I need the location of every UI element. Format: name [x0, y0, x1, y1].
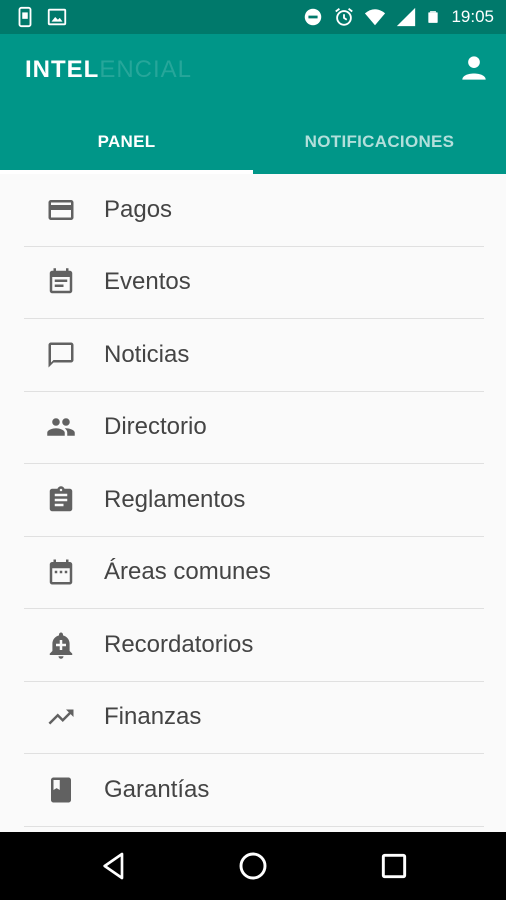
dashboard-menu: Pagos Eventos Noticias Directorio Reglam… — [24, 174, 484, 827]
menu-item-pagos[interactable]: Pagos — [24, 174, 484, 247]
menu-item-eventos[interactable]: Eventos — [24, 247, 484, 319]
logo-part-2: ENCIAL — [99, 56, 193, 83]
logo-part-1: INTEL — [25, 56, 100, 83]
back-icon[interactable] — [98, 850, 130, 882]
image-icon — [47, 8, 67, 26]
menu-item-label: Eventos — [104, 268, 191, 296]
person-icon[interactable] — [460, 54, 488, 82]
menu-item-finanzas[interactable]: Finanzas — [24, 682, 484, 754]
menu-item-label: Recordatorios — [104, 630, 254, 658]
calendar-icon — [49, 559, 73, 585]
tab-notificaciones[interactable]: NOTIFICACIONES — [253, 110, 506, 174]
tab-panel[interactable]: PANEL — [0, 110, 253, 174]
do-not-disturb-icon — [305, 8, 322, 26]
phone-screen-icon — [18, 6, 32, 28]
system-nav-bar — [0, 832, 506, 900]
menu-item-garantias[interactable]: Garantías — [24, 754, 484, 827]
chat-bubble-icon — [48, 342, 74, 368]
menu-item-label: Reglamentos — [104, 485, 246, 513]
event-note-icon — [49, 268, 73, 294]
battery-icon — [428, 11, 439, 23]
home-icon[interactable] — [237, 850, 269, 882]
book-icon — [51, 777, 71, 803]
trending-up-icon — [48, 709, 74, 725]
bell-plus-icon — [49, 632, 73, 659]
menu-item-areas-comunes[interactable]: Áreas comunes — [24, 537, 484, 609]
menu-item-label: Garantías — [104, 775, 210, 803]
menu-item-label: Áreas comunes — [104, 558, 271, 586]
alarm-icon — [335, 8, 354, 26]
people-icon — [47, 418, 75, 436]
clipboard-icon — [49, 486, 73, 511]
menu-item-label: Pagos — [104, 195, 173, 223]
menu-item-directorio[interactable]: Directorio — [24, 392, 484, 464]
tab-notificaciones-label: NOTIFICACIONES — [304, 132, 455, 151]
menu-item-label: Noticias — [104, 340, 190, 368]
wifi-icon — [365, 9, 386, 26]
menu-item-noticias[interactable]: Noticias — [24, 319, 484, 392]
menu-item-reglamentos[interactable]: Reglamentos — [24, 464, 484, 537]
recents-icon[interactable] — [378, 850, 410, 882]
credit-card-icon — [48, 199, 74, 220]
app-logo: INTELENCIAL — [25, 56, 192, 84]
menu-item-recordatorios[interactable]: Recordatorios — [24, 609, 484, 682]
tab-bar: PANEL NOTIFICACIONES — [0, 110, 506, 174]
menu-item-label: Finanzas — [104, 703, 202, 731]
signal-icon — [397, 7, 416, 27]
app-bar: INTELENCIAL PANEL NOTIFICACIONES — [0, 34, 506, 174]
status-bar: 19:05 — [0, 0, 506, 34]
menu-item-label: Directorio — [104, 413, 207, 441]
status-time: 19:05 — [451, 7, 494, 26]
tab-panel-label: PANEL — [97, 132, 156, 151]
